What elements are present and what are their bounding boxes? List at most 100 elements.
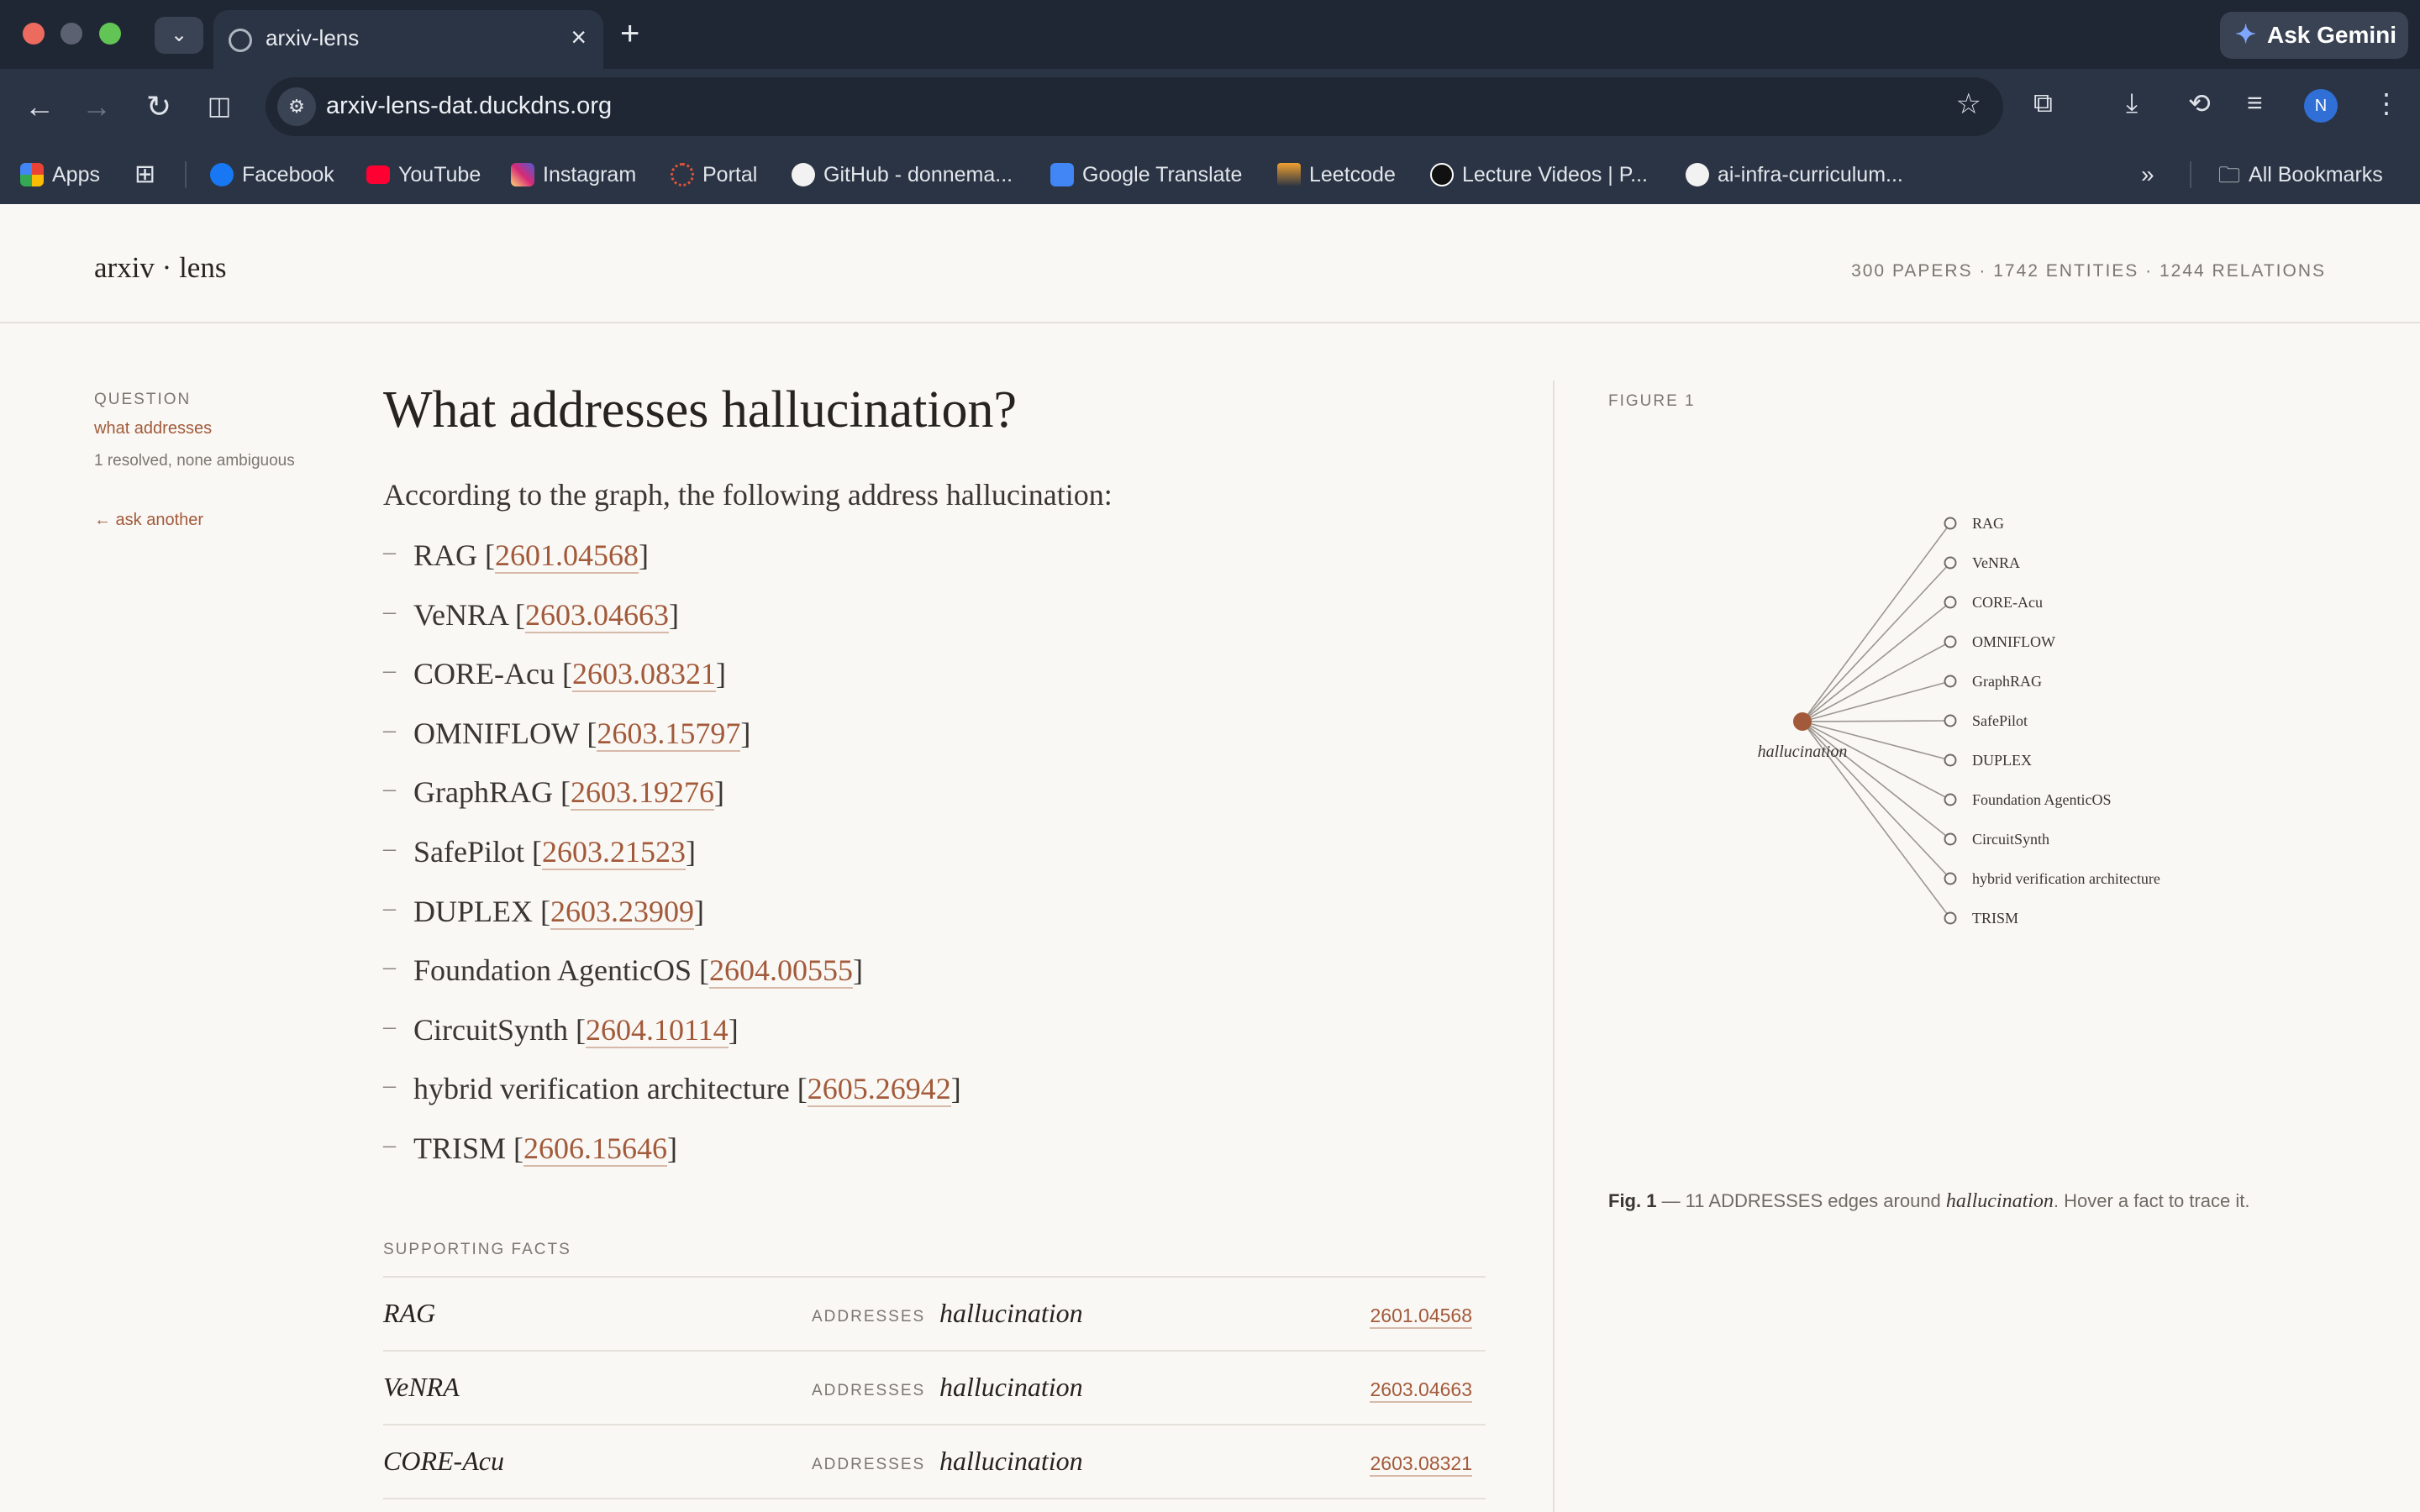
forward-button[interactable]: →: [76, 86, 118, 128]
menu-kebab-icon[interactable]: ⋮: [2373, 87, 2400, 119]
bookmark-ai-infra[interactable]: ai-infra-curriculum...: [1686, 161, 1903, 188]
site-logo[interactable]: arxiv · lens: [94, 251, 226, 285]
tab-strip: ⌄ arxiv-lens × + ✦ Ask Gemini: [0, 0, 2420, 69]
paper-id-link[interactable]: 2603.21523: [542, 834, 686, 870]
list-dash: –: [383, 1011, 396, 1040]
graph-leaf-node[interactable]: [1944, 832, 1957, 846]
result-text: CircuitSynth [2604.10114]: [413, 1012, 739, 1048]
ask-gemini-button[interactable]: ✦ Ask Gemini: [2220, 12, 2408, 59]
paper-id-link[interactable]: 2604.10114: [586, 1012, 729, 1048]
bookmark-star-icon[interactable]: ☆: [1956, 87, 1981, 121]
result-item: – CORE-Acu [2603.08321]: [383, 656, 1486, 716]
extensions-icon[interactable]: ⧉: [2033, 87, 2053, 119]
more-bookmarks-button[interactable]: »: [2141, 161, 2154, 188]
site-info-icon[interactable]: ⚙: [277, 87, 316, 126]
supporting-facts-table: RAG ADDRESSES hallucination 2601.04568 VeNRA…: [383, 1275, 1486, 1499]
youtube-icon: [366, 165, 390, 184]
graph-leaf-node[interactable]: [1944, 911, 1957, 925]
bookmark-leetcode[interactable]: Leetcode: [1277, 161, 1396, 188]
paper-id-link[interactable]: 2603.19276: [570, 775, 714, 811]
bookmark-apps[interactable]: Apps: [20, 161, 100, 188]
result-item: – hybrid verification architecture [2605.…: [383, 1071, 1486, 1131]
graph-leaf-label: VeNRA: [1972, 554, 2020, 571]
list-dash: –: [383, 715, 396, 743]
graph-leaf-node[interactable]: [1944, 596, 1957, 609]
all-bookmarks-button[interactable]: 🗀 All Bookmarks: [2218, 161, 2383, 188]
back-button[interactable]: ←: [18, 86, 60, 128]
graph-edge: [1802, 641, 1951, 722]
url-text[interactable]: arxiv-lens-dat.duckdns.org: [326, 92, 612, 120]
graph-leaf-node[interactable]: [1944, 793, 1957, 806]
performance-icon[interactable]: ⟲: [2188, 87, 2211, 119]
media-controls-icon[interactable]: ≡: [2247, 87, 2263, 118]
paper-id-link[interactable]: 2604.00555: [709, 953, 853, 990]
fact-relation: ADDRESSES: [812, 1307, 926, 1326]
graph-leaf-label: TRISM: [1972, 910, 2018, 927]
tab-search-button[interactable]: ⌄: [155, 17, 203, 54]
result-name: RAG: [413, 538, 478, 572]
download-icon[interactable]: ⤓: [2126, 87, 2138, 119]
gemini-sparkle-icon: ✦: [2235, 21, 2257, 49]
answer-intro: According to the graph, the following ad…: [383, 478, 1113, 512]
paper-id-link[interactable]: 2601.04568: [495, 538, 639, 574]
bookmark-portal[interactable]: Portal: [671, 161, 757, 188]
bookmark-facebook[interactable]: Facebook: [210, 161, 334, 188]
graph-leaf-node[interactable]: [1944, 517, 1957, 530]
list-dash: –: [383, 774, 396, 803]
result-item: – GraphRAG [2603.19276]: [383, 774, 1486, 834]
side-panel-button[interactable]: ◫: [198, 86, 240, 128]
paper-id-link[interactable]: 2605.26942: [807, 1072, 951, 1108]
fact-paper-link[interactable]: 2603.04663: [1370, 1378, 1472, 1403]
ask-another-link[interactable]: ← ask another: [94, 511, 338, 530]
bookmark-separator: [2190, 161, 2191, 188]
tab-close-button[interactable]: ×: [571, 22, 587, 53]
result-text: RAG [2601.04568]: [413, 538, 650, 574]
maximize-window-button[interactable]: [99, 23, 121, 45]
bookmark-tab-groups[interactable]: ⊞: [134, 161, 155, 188]
graph-leaf-node[interactable]: [1944, 635, 1957, 648]
result-list: – RAG [2601.04568] – VeNRA [2603.04663] – COR…: [383, 538, 1486, 1190]
chevron-down-icon: ⌄: [170, 24, 188, 46]
figure-caption-middle: — 11 ADDRESSES edges around: [1656, 1190, 1946, 1211]
github-icon: [792, 163, 815, 186]
profile-avatar[interactable]: N: [2304, 89, 2338, 123]
graph-leaf-node[interactable]: [1944, 714, 1957, 727]
fact-row[interactable]: RAG ADDRESSES hallucination 2601.04568: [383, 1278, 1486, 1352]
bookmark-youtube[interactable]: YouTube: [366, 161, 481, 188]
paper-id-link[interactable]: 2603.04663: [525, 597, 670, 633]
paper-id-link[interactable]: 2603.23909: [550, 894, 694, 930]
figure-caption: Fig. 1 — 11 ADDRESSES edges around hallu…: [1608, 1190, 2331, 1213]
browser-chrome: ⌄ arxiv-lens × + ✦ Ask Gemini ← → ↻ ◫ ⚙ …: [0, 0, 2420, 204]
tab-active[interactable]: arxiv-lens ×: [213, 10, 603, 69]
graph-leaf-node[interactable]: [1944, 556, 1957, 570]
graph-leaf-label: DUPLEX: [1972, 752, 2032, 769]
fact-paper-link[interactable]: 2603.08321: [1370, 1452, 1472, 1477]
graph-leaf-node[interactable]: [1944, 753, 1957, 767]
new-tab-button[interactable]: +: [620, 15, 639, 53]
address-bar[interactable]: ⚙ arxiv-lens-dat.duckdns.org ☆: [266, 77, 2003, 136]
result-name: CircuitSynth: [413, 1012, 569, 1047]
paper-id-link[interactable]: 2603.15797: [597, 716, 741, 752]
result-text: hybrid verification architecture [2605.2…: [413, 1072, 961, 1108]
paper-id-link[interactable]: 2603.08321: [571, 657, 716, 693]
graph-leaf-node[interactable]: [1944, 675, 1957, 688]
result-text: VeNRA [2603.04663]: [413, 597, 680, 633]
figure-caption-term: hallucination: [1945, 1190, 2054, 1212]
ask-gemini-label: Ask Gemini: [2267, 22, 2397, 48]
graph-leaf-node[interactable]: [1944, 872, 1957, 885]
close-window-button[interactable]: [23, 23, 45, 45]
page-content: arxiv · lens 300 PAPERS · 1742 ENTITIES …: [0, 204, 2420, 1512]
fact-paper-link[interactable]: 2601.04568: [1370, 1305, 1472, 1329]
list-dash: –: [383, 1130, 396, 1158]
minimize-window-button[interactable]: [60, 23, 82, 45]
fact-row[interactable]: VeNRA ADDRESSES hallucination 2603.04663: [383, 1352, 1486, 1425]
graph-center-node[interactable]: [1793, 712, 1812, 731]
bookmark-instagram[interactable]: Instagram: [511, 161, 636, 188]
paper-id-link[interactable]: 2606.15646: [523, 1131, 668, 1167]
bookmark-github-donnema[interactable]: GitHub - donnema...: [792, 161, 1013, 188]
reload-button[interactable]: ↻: [138, 86, 180, 128]
bookmark-google-translate[interactable]: Google Translate: [1050, 161, 1242, 188]
entity-graph: RAG VeNRA CORE-Acu OMNIFLOW GraphRAG SafePilo…: [1758, 515, 2160, 927]
bookmark-lecture-videos[interactable]: Lecture Videos | P...: [1430, 161, 1648, 188]
fact-row[interactable]: CORE-Acu ADDRESSES hallucination 2603.08321: [383, 1425, 1486, 1499]
